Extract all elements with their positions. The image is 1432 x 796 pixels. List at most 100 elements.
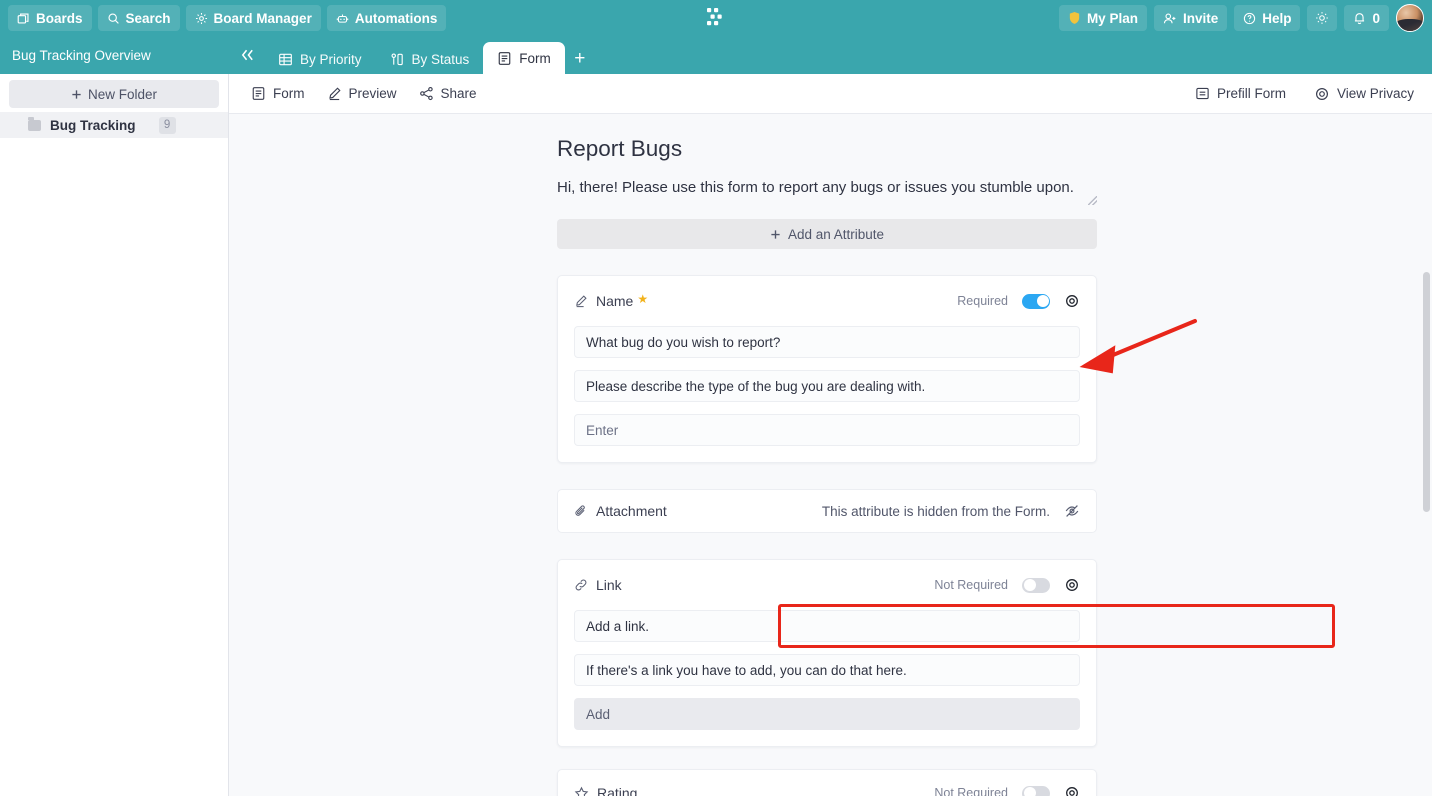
theme-toggle-button[interactable] (1307, 5, 1338, 31)
toolbar-preview-button[interactable]: Preview (327, 86, 397, 101)
form-toolbar: Form Preview Share Prefill Form View Pri… (229, 74, 1432, 114)
folder-icon (28, 116, 41, 131)
toolbar-form-label: Form (273, 86, 305, 101)
sidebar: New Folder Bug Tracking 9 (0, 74, 229, 796)
tab-by-priority-label: By Priority (300, 51, 362, 67)
attribute-controls: Not Required (934, 577, 1080, 593)
bell-icon (1353, 11, 1366, 25)
attribute-card-link: Link Not Required Add a link. If there's… (557, 559, 1097, 747)
required-toggle[interactable] (1022, 293, 1050, 309)
paperclip-icon (574, 504, 588, 518)
form-toolbar-left: Form Preview Share (251, 86, 477, 101)
boards-button[interactable]: Boards (8, 5, 92, 31)
sun-icon (1315, 11, 1329, 25)
pencil-icon (574, 294, 588, 308)
attribute-card-attachment: Attachment This attribute is hidden from… (557, 489, 1097, 533)
attribute-question-field[interactable]: Add a link. (574, 610, 1080, 642)
attribute-controls: Not Required (934, 785, 1080, 796)
form-icon (497, 51, 512, 66)
notifications-button[interactable]: 0 (1344, 5, 1389, 31)
required-label: Required (957, 294, 1008, 308)
folder-label: Bug Tracking (50, 117, 136, 133)
vertical-scrollbar-track[interactable] (1421, 154, 1432, 796)
invite-button[interactable]: Invite (1153, 5, 1228, 31)
board-manager-button[interactable]: Board Manager (185, 5, 321, 31)
add-tab-button[interactable]: + (565, 44, 595, 74)
invite-label: Invite (1182, 10, 1219, 26)
tab-by-status[interactable]: By Status (376, 44, 484, 74)
attribute-header: Link Not Required (574, 574, 1080, 596)
required-toggle[interactable] (1022, 785, 1050, 796)
chevron-double-left-icon (239, 48, 256, 62)
attribute-question-field[interactable]: What bug do you wish to report? (574, 326, 1080, 358)
resize-grip-icon[interactable] (1088, 196, 1097, 205)
visibility-eye-icon[interactable] (1064, 577, 1080, 593)
attribute-label: Name (596, 293, 634, 309)
new-folder-button[interactable]: New Folder (9, 80, 219, 108)
vertical-scrollbar-thumb[interactable] (1423, 272, 1430, 512)
required-toggle[interactable] (1022, 577, 1050, 593)
attribute-name-group: Rating (574, 785, 637, 796)
app-logo (703, 5, 729, 31)
share-icon (419, 86, 434, 101)
form-description[interactable]: Hi, there! Please use this form to repor… (557, 174, 1097, 201)
visibility-eye-icon[interactable] (1064, 293, 1080, 309)
view-tabs: By Priority By Status Form + (264, 36, 595, 74)
tab-form-label: Form (519, 50, 551, 66)
attribute-input-preview[interactable]: Enter (574, 414, 1080, 446)
toolbar-share-button[interactable]: Share (419, 86, 477, 101)
attribute-card-rating: Rating Not Required (557, 769, 1097, 796)
table-icon (278, 52, 293, 67)
visibility-eye-off-icon[interactable] (1064, 503, 1080, 519)
my-plan-button[interactable]: My Plan (1058, 5, 1147, 31)
form-builder: Report Bugs Hi, there! Please use this f… (557, 114, 1097, 796)
add-attribute-button[interactable]: Add an Attribute (557, 219, 1097, 249)
board-title: Bug Tracking Overview (12, 47, 151, 63)
main-content: Form Preview Share Prefill Form View Pri… (229, 74, 1432, 796)
required-label: Not Required (934, 578, 1008, 592)
tab-bar: Bug Tracking Overview By Priority By Sta… (0, 36, 1432, 74)
visibility-eye-icon[interactable] (1064, 785, 1080, 796)
top-bar-left-group: Boards Search Board Manager Automations (0, 5, 447, 31)
attribute-name-group: Link (574, 577, 622, 593)
avatar[interactable] (1396, 4, 1424, 32)
tab-by-status-label: By Status (411, 51, 470, 67)
help-label: Help (1262, 10, 1292, 26)
attribute-card-name: Name ★ Required What bug do you wish to (557, 275, 1097, 463)
tab-by-priority[interactable]: By Priority (264, 44, 376, 74)
top-bar-right-group: My Plan Invite Help 0 (1058, 4, 1432, 32)
attribute-label: Attachment (596, 503, 667, 519)
plus-icon (770, 229, 781, 240)
automations-label: Automations (354, 10, 438, 26)
pencil-icon (327, 86, 342, 101)
search-label: Search (125, 10, 171, 26)
toggle-knob (1036, 295, 1049, 307)
eye-icon (1314, 86, 1330, 102)
attribute-header: Rating Not Required (574, 782, 1080, 796)
page-title[interactable]: Report Bugs (557, 136, 1097, 162)
new-folder-label: New Folder (87, 86, 158, 102)
shield-icon (1068, 11, 1081, 25)
collapse-sidebar-button[interactable] (230, 36, 264, 74)
toolbar-form-button[interactable]: Form (251, 86, 305, 101)
attribute-input-preview[interactable]: Add (574, 698, 1080, 730)
star-outline-icon (574, 786, 589, 796)
form-toolbar-right: Prefill Form View Privacy (1195, 86, 1414, 102)
user-plus-icon (1163, 12, 1177, 25)
automations-button[interactable]: Automations (326, 5, 447, 31)
plus-icon (71, 89, 82, 100)
add-attribute-label: Add an Attribute (787, 226, 885, 242)
tab-form[interactable]: Form (483, 42, 565, 74)
view-privacy-button[interactable]: View Privacy (1314, 86, 1414, 102)
sidebar-item-bug-tracking[interactable]: Bug Tracking 9 (0, 112, 228, 138)
star-icon: ★ (637, 292, 649, 306)
attribute-helptext-field[interactable]: If there's a link you have to add, you c… (574, 654, 1080, 686)
help-button[interactable]: Help (1234, 5, 1301, 31)
attribute-helptext-field[interactable]: Please describe the type of the bug you … (574, 370, 1080, 402)
form-icon (251, 86, 266, 101)
prefill-form-button[interactable]: Prefill Form (1195, 86, 1286, 101)
attribute-name-group: Attachment (574, 503, 667, 519)
search-button[interactable]: Search (97, 5, 180, 31)
notification-count: 0 (1372, 10, 1380, 26)
kanban-icon (390, 52, 405, 67)
